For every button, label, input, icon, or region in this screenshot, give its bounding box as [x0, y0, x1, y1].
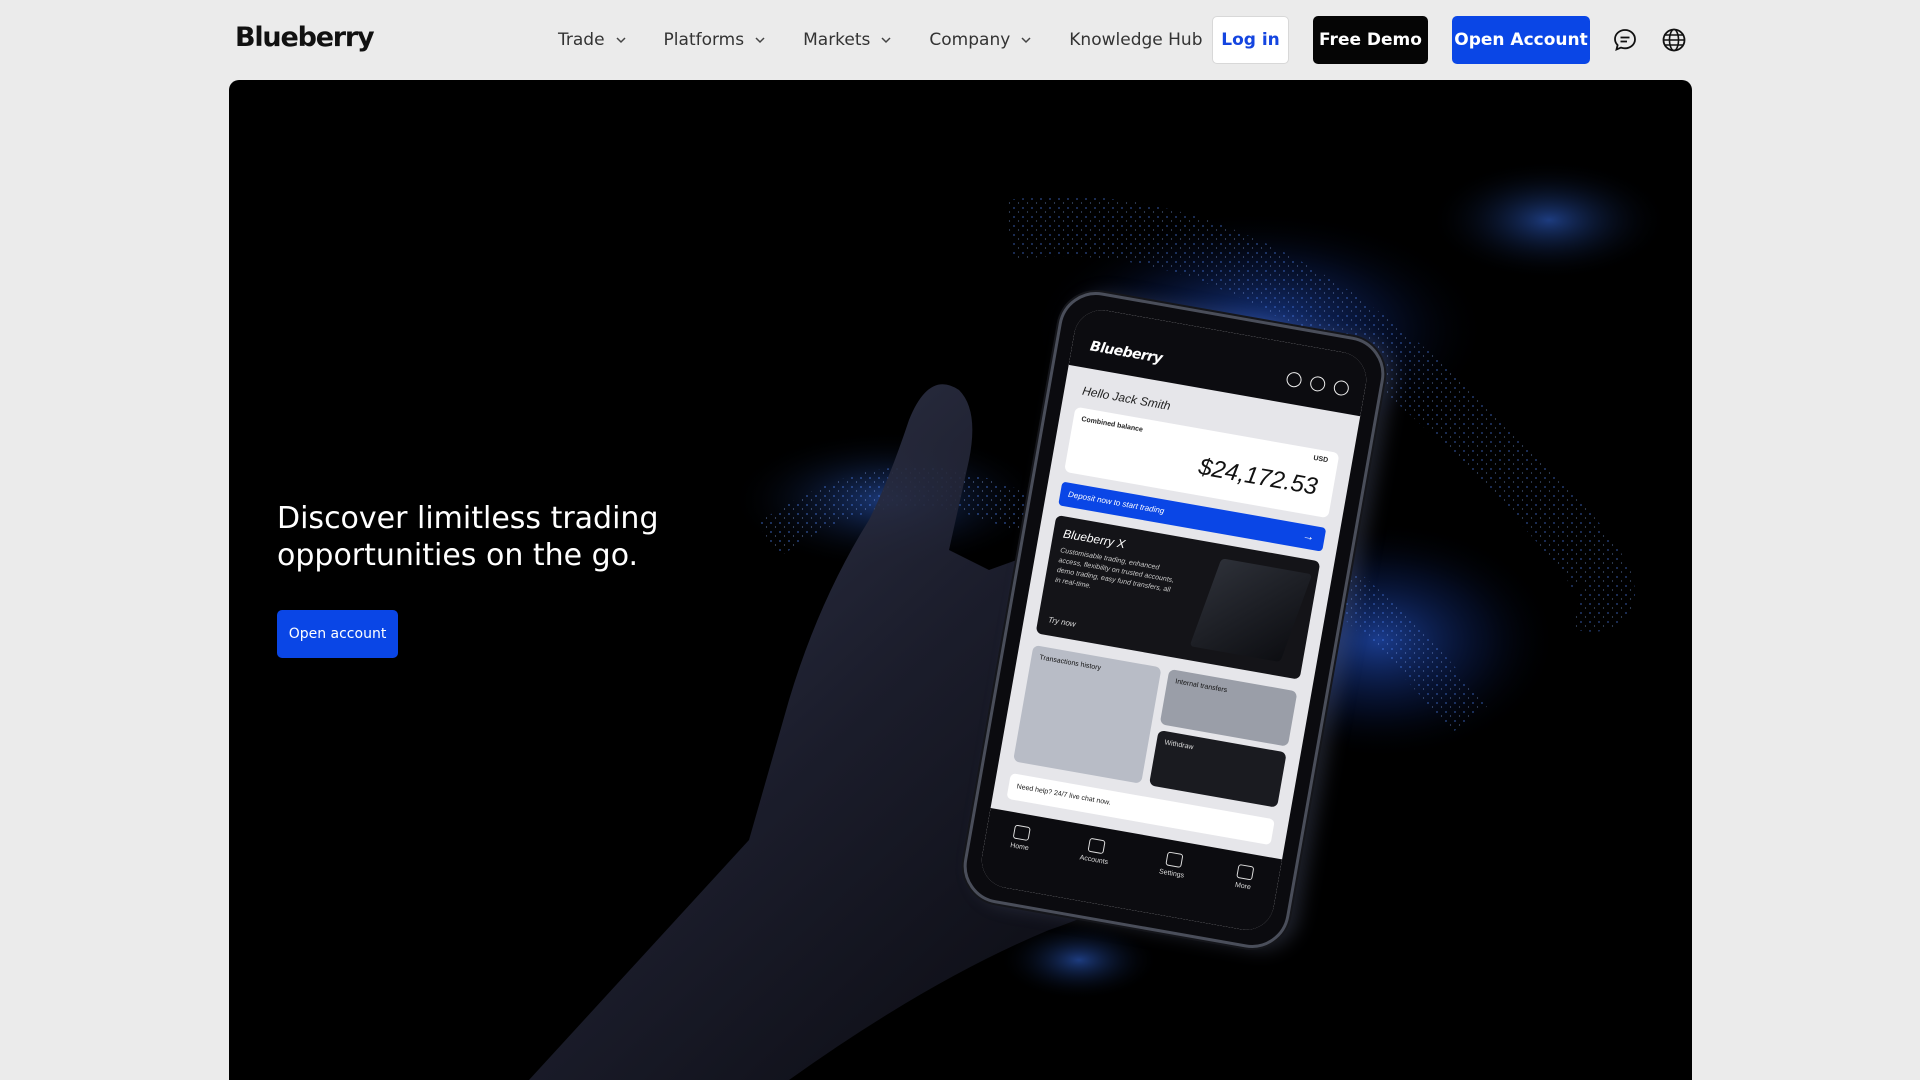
- open-account-button[interactable]: Open Account: [1452, 16, 1590, 64]
- greeting-text: Hello Jack Smith: [1081, 383, 1172, 414]
- app-logo: Blueberry: [1088, 338, 1164, 367]
- chevron-down-icon: [755, 37, 765, 44]
- tab-settings: Settings: [1152, 851, 1188, 918]
- nav-item-label: Knowledge Hub: [1069, 30, 1203, 50]
- balance-amount: $24,172.53: [1196, 453, 1320, 501]
- hero-open-account-button[interactable]: Open account: [277, 610, 398, 658]
- arrow-right-icon: →: [1301, 528, 1316, 545]
- tab-label: Home: [1009, 842, 1030, 853]
- main-nav: Trade Platforms Markets Company Knowledg…: [558, 0, 1261, 80]
- chat-icon: [1308, 375, 1327, 393]
- deposit-text: Deposit now to start trading: [1067, 489, 1165, 516]
- card-cta: Try now: [1047, 615, 1077, 629]
- nav-item-label: Trade: [558, 30, 605, 50]
- nav-item-label: Markets: [803, 30, 871, 50]
- nav-item-knowledge-hub[interactable]: Knowledge Hub: [1069, 30, 1226, 50]
- tile-label: Withdraw: [1163, 739, 1194, 752]
- tile-label: Internal transfers: [1174, 678, 1228, 695]
- tab-label: Accounts: [1079, 854, 1109, 867]
- currency-selector: USD: [1312, 454, 1329, 465]
- hero-headline: Discover limitless trading opportunities…: [277, 501, 659, 573]
- chevron-down-icon: [881, 37, 891, 44]
- hero-background-art: [529, 160, 1669, 1080]
- tab-more: More: [1228, 863, 1255, 930]
- home-icon: [1012, 824, 1032, 842]
- nav-item-markets[interactable]: Markets: [803, 30, 894, 50]
- site-header: Blueberry Trade Platforms Markets Compan…: [0, 0, 1920, 80]
- card-description: Customisable trading, enhanced access, f…: [1054, 547, 1175, 594]
- globe-icon[interactable]: [1661, 27, 1687, 53]
- tab-label: Settings: [1158, 868, 1185, 880]
- wallet-icon: [1087, 837, 1106, 855]
- chat-icon[interactable]: [1612, 27, 1638, 53]
- brand-logo[interactable]: Blueberry: [235, 22, 375, 53]
- user-icon: [1164, 851, 1184, 868]
- bell-icon: [1285, 371, 1303, 389]
- tab-accounts: Accounts: [1072, 837, 1111, 905]
- login-button[interactable]: Log in: [1212, 16, 1289, 64]
- tile-label: Transactions history: [1038, 654, 1102, 672]
- nav-item-label: Platforms: [663, 30, 745, 50]
- menu-icon: [1236, 863, 1255, 881]
- chevron-down-icon: [1021, 37, 1031, 44]
- tab-label: More: [1234, 881, 1252, 892]
- nav-item-trade[interactable]: Trade: [558, 30, 629, 50]
- chevron-down-icon: [616, 37, 626, 44]
- laptop-image: [1189, 558, 1313, 663]
- hero-section: Discover limitless trading opportunities…: [229, 80, 1692, 1080]
- nav-item-company[interactable]: Company: [929, 30, 1034, 50]
- balance-label: Combined balance: [1080, 415, 1144, 434]
- globe-icon: [1332, 379, 1351, 397]
- tile-transactions: Transactions history: [1013, 644, 1162, 784]
- tab-home: Home: [1003, 824, 1033, 890]
- free-demo-button[interactable]: Free Demo: [1313, 16, 1428, 64]
- nav-item-label: Company: [929, 30, 1011, 50]
- app-header-icons: [1285, 371, 1351, 397]
- nav-item-platforms[interactable]: Platforms: [664, 30, 769, 50]
